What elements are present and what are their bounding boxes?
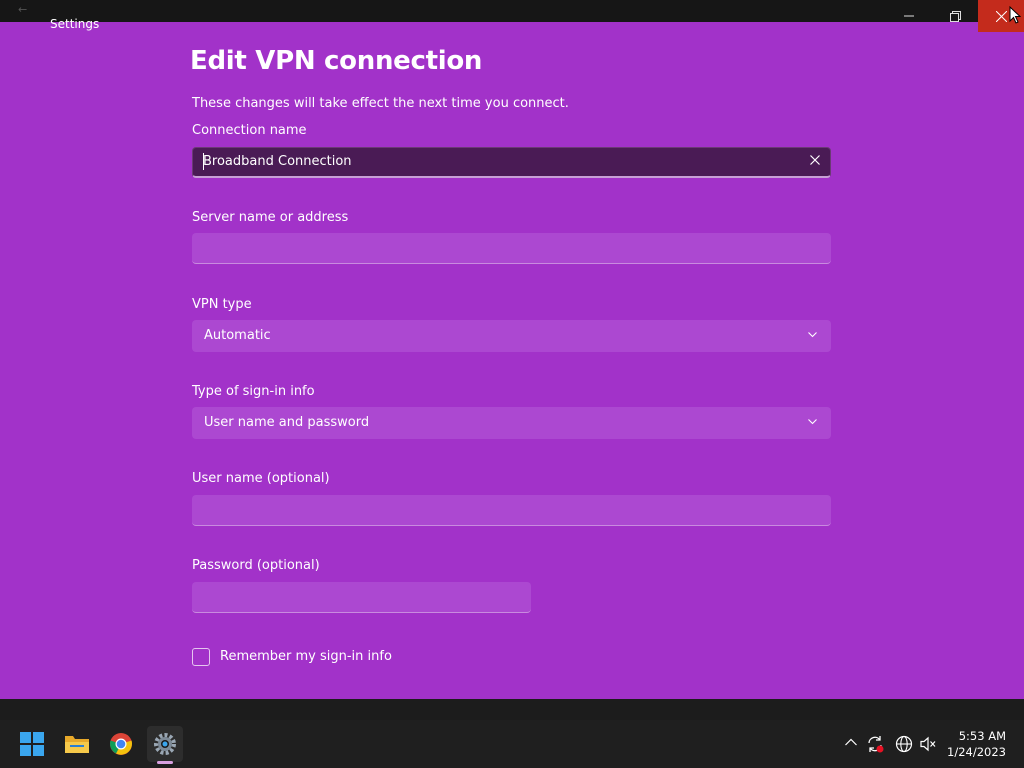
chevron-down-icon: [808, 332, 817, 338]
settings-gear-icon: [154, 733, 176, 755]
file-explorer-icon: [65, 736, 89, 753]
chrome-icon: [110, 733, 132, 755]
title-bar: ←: [0, 0, 1024, 22]
clock-date: 1/24/2023: [947, 745, 1006, 759]
signin-type-dropdown[interactable]: User name and password: [192, 407, 831, 439]
chevron-down-icon: [808, 419, 817, 425]
vpn-type-value: Automatic: [204, 328, 271, 343]
connection-name-input[interactable]: Broadband Connection: [192, 147, 831, 178]
clock-time: 5:53 AM: [958, 729, 1006, 743]
dialog-subtitle: These changes will take effect the next …: [192, 96, 569, 111]
file-explorer-button[interactable]: [59, 726, 95, 762]
app-title: Settings: [50, 17, 100, 31]
vpn-type-dropdown[interactable]: Automatic: [192, 320, 831, 352]
remember-signin-checkbox[interactable]: [192, 648, 210, 666]
connection-name-value: Broadband Connection: [203, 154, 352, 169]
username-input[interactable]: [192, 495, 831, 526]
close-icon: [995, 10, 1007, 22]
settings-app-button[interactable]: [147, 726, 183, 762]
vpn-type-label: VPN type: [192, 297, 252, 312]
connection-name-label: Connection name: [192, 123, 307, 138]
password-label: Password (optional): [192, 558, 320, 573]
server-input[interactable]: [192, 233, 831, 264]
network-globe-icon[interactable]: [895, 735, 913, 753]
chevron-up-icon[interactable]: [845, 738, 857, 746]
dialog-title: Edit VPN connection: [190, 46, 483, 76]
signin-type-label: Type of sign-in info: [192, 384, 315, 399]
back-arrow-icon[interactable]: ←: [18, 3, 27, 16]
password-input[interactable]: [192, 582, 531, 613]
clock[interactable]: 5:53 AM 1/24/2023: [947, 728, 1006, 760]
remember-signin-label[interactable]: Remember my sign-in info: [220, 649, 392, 664]
minimize-button[interactable]: [886, 0, 932, 32]
chrome-button[interactable]: [103, 726, 139, 762]
minimize-icon: [904, 15, 914, 17]
signin-type-value: User name and password: [204, 415, 370, 430]
clear-text-icon[interactable]: [810, 155, 820, 165]
restore-button[interactable]: [932, 0, 978, 32]
maximize-icon: [949, 10, 961, 22]
active-app-indicator: [157, 761, 173, 764]
speaker-muted-icon[interactable]: [919, 735, 937, 753]
start-button[interactable]: [14, 726, 50, 762]
server-label: Server name or address: [192, 210, 349, 225]
username-label: User name (optional): [192, 471, 330, 486]
taskbar: 5:53 AM 1/24/2023: [0, 720, 1024, 768]
mouse-cursor-icon: [1009, 6, 1021, 24]
sync-icon[interactable]: [866, 735, 884, 753]
windows-start-icon: [20, 732, 44, 756]
edit-vpn-dialog: Edit VPN connection These changes will t…: [0, 22, 1024, 699]
